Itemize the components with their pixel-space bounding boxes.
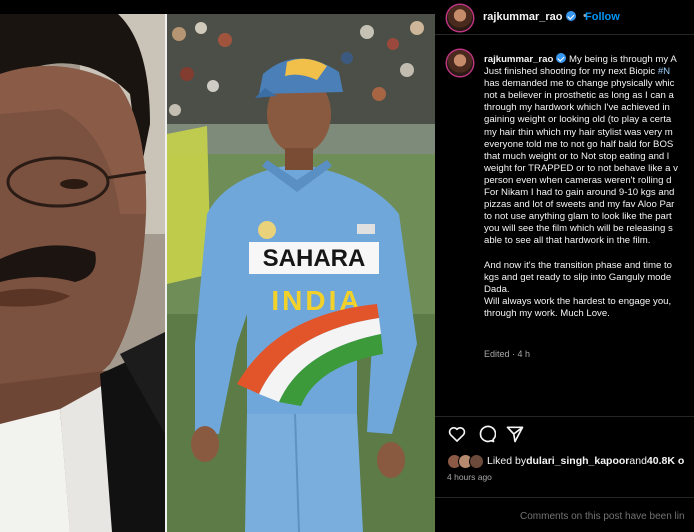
cricketer-illustration: SAHARA INDIA [167, 14, 435, 532]
caption-line: person even when cameras weren't rolling… [484, 174, 672, 186]
author-avatar[interactable] [447, 5, 473, 31]
caption-line: not a believer in prosthetic as long as … [484, 90, 674, 102]
caption-line: my hair thin which my hair stylist was v… [484, 126, 673, 138]
post-header: rajkummar_rao • Follow [435, 0, 694, 34]
post-panel: rajkummar_rao • Follow rajkummar_rao My … [435, 0, 694, 532]
share-icon[interactable] [505, 424, 525, 444]
verified-badge-icon [556, 53, 567, 63]
liker-username[interactable]: dulari_singh_kapoor [526, 455, 629, 467]
caption-blank-line [484, 248, 694, 260]
caption-line: that much weight or to Not stop eating a… [484, 150, 670, 162]
liker-avatar [469, 454, 484, 469]
caption-line-1: rajkummar_rao My being is through my A [484, 53, 694, 66]
photo-right-cricketer: SAHARA INDIA [167, 14, 435, 532]
portrait-illustration [0, 14, 165, 532]
likes-summary: Liked by dulari_singh_kapoor and 40.8K o [447, 453, 684, 469]
post-image[interactable]: SAHARA INDIA [0, 0, 435, 532]
likes-and: and [629, 455, 647, 467]
caption-line: has demanded me to change physically whi… [484, 78, 675, 90]
comments-divider [435, 497, 694, 498]
post-caption: rajkummar_rao My being is through my A J… [484, 53, 694, 320]
author-username[interactable]: rajkummar_rao [483, 11, 576, 23]
caption-line: Will always work the hardest to engage y… [484, 295, 672, 307]
caption-line: And now it's the transition phase and ti… [484, 259, 672, 271]
liker-avatars[interactable] [447, 454, 484, 469]
caption-line: pizzas and lot of sweets and my fav Aloo… [484, 199, 675, 211]
caption-line: weight for TRAPPED or to not behave like… [484, 162, 678, 174]
photo-top-bar [0, 0, 435, 14]
caption-author-username[interactable]: rajkummar_rao [484, 54, 553, 65]
caption-line: through my work. Much Love. [484, 307, 610, 319]
caption-line: to not use anything glam to look like th… [484, 211, 672, 223]
caption-line: through my hardwork which I've achieved … [484, 102, 670, 114]
actions-divider [435, 416, 694, 417]
caption-line-2: Just finished shooting for my next Biopi… [484, 66, 694, 78]
comments-limited-notice: Comments on this post have been lin [520, 511, 685, 522]
caption-line: For Nikam I had to gain around 9-10 kgs … [484, 187, 675, 199]
caption-line: kgs and get ready to slip into Ganguly m… [484, 271, 672, 283]
post-time-ago[interactable]: 4 hours ago [447, 472, 492, 482]
caption-line: gaining weight or looking old (to play a… [484, 114, 672, 126]
likes-prefix: Liked by [487, 455, 527, 467]
follow-button[interactable]: Follow [585, 11, 620, 23]
verified-badge-icon [565, 11, 576, 21]
caption-line-text: Just finished shooting for my next Biopi… [484, 66, 658, 78]
hashtag-link[interactable]: #N [658, 66, 670, 77]
photo-left-portrait [0, 14, 165, 532]
header-divider [435, 34, 694, 35]
comment-icon[interactable] [476, 424, 496, 444]
likes-others-count[interactable]: 40.8K o [647, 455, 684, 467]
caption-line: able to see all that hardwork in the fil… [484, 235, 651, 247]
caption-line-text: My being is through my A [569, 54, 677, 65]
heart-icon[interactable] [447, 424, 467, 444]
edited-timestamp[interactable]: Edited · 4 h [484, 349, 530, 359]
action-bar [447, 424, 525, 444]
caption-author-avatar[interactable] [447, 50, 473, 76]
caption-line: everyone told me to not go half bald for… [484, 138, 674, 150]
caption-line: you will see the film which will be rele… [484, 223, 673, 235]
jersey-sponsor-text: SAHARA [263, 245, 366, 272]
author-username-text[interactable]: rajkummar_rao [483, 11, 563, 23]
caption-line: Dada. [484, 283, 510, 295]
